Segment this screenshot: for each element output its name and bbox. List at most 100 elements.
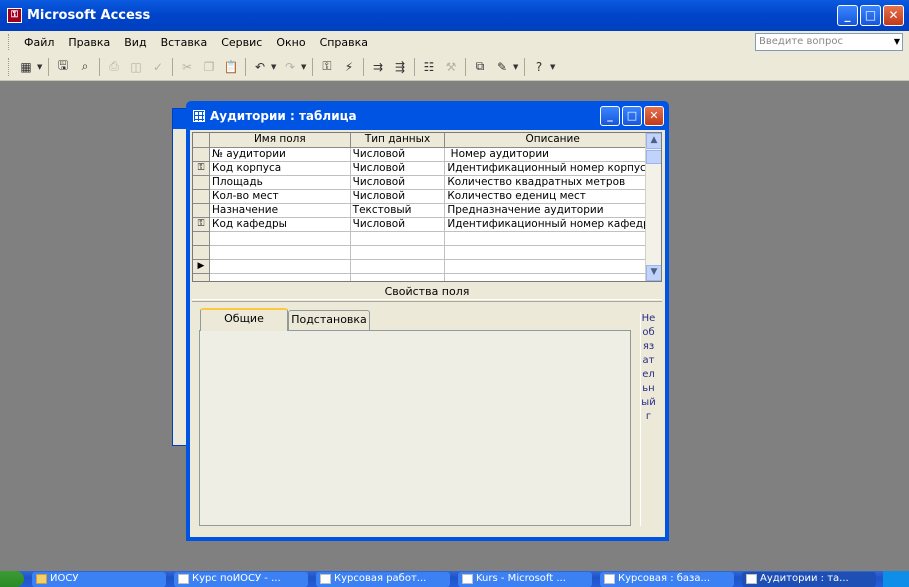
primary-key-icon[interactable]: ⚿ <box>316 56 338 78</box>
description-cell[interactable]: Идентификационный номер кафедры <box>444 217 661 232</box>
tab-lookup[interactable]: Подстановка <box>288 310 370 330</box>
description-cell[interactable]: Номер аудитории <box>444 147 661 162</box>
menu-insert[interactable]: Вставка <box>154 36 215 49</box>
field-name-cell[interactable]: Кол-во мест <box>209 189 351 204</box>
print-preview-icon[interactable]: ◫ <box>125 56 147 78</box>
table-window-title-bar[interactable]: Аудитории : таблица <box>190 101 665 130</box>
taskbar-button-kursovaya-rabota[interactable]: Курсовая работ... <box>316 571 450 587</box>
properties-icon[interactable]: ☷ <box>418 56 440 78</box>
ask-question-input[interactable]: Введите вопрос ▼ <box>755 33 903 51</box>
menu-window[interactable]: Окно <box>269 36 312 49</box>
field-properties-label: Свойства поля <box>192 284 662 300</box>
row-selector[interactable] <box>193 189 210 204</box>
field-name-cell[interactable]: Площадь <box>209 175 351 190</box>
description-cell[interactable]: Идентификационный номер корпуса <box>444 161 661 176</box>
redo-dropdown-icon[interactable]: ▼ <box>301 63 309 71</box>
redo-icon[interactable]: ↷ <box>279 56 301 78</box>
separator <box>414 57 415 76</box>
taskbar-button-kursovaya-baza[interactable]: Курсовая : база... <box>600 571 734 587</box>
column-header-field-name[interactable]: Имя поля <box>209 133 351 148</box>
new-object-icon[interactable]: ✎ <box>491 56 513 78</box>
row-selector[interactable] <box>193 203 210 218</box>
menu-tools[interactable]: Сервис <box>214 36 269 49</box>
paste-icon[interactable]: 📋 <box>220 56 242 78</box>
scroll-up-icon[interactable]: ▲ <box>646 133 661 149</box>
description-cell[interactable]: Предназначение аудитории <box>444 203 661 218</box>
tab-general[interactable]: Общие <box>200 308 288 331</box>
row-selector[interactable]: ⚿ <box>193 161 210 176</box>
table-row[interactable]: ⚿ Код кафедры Числовой Идентификационный… <box>193 217 661 232</box>
cut-icon[interactable]: ✂ <box>176 56 198 78</box>
toolbar-grip[interactable] <box>8 57 11 76</box>
spelling-icon[interactable]: ✓ <box>147 56 169 78</box>
view-icon[interactable]: ▦ <box>15 56 37 78</box>
table-row[interactable]: Кол-во мест Числовой Количество едениц м… <box>193 189 661 204</box>
delete-rows-icon[interactable]: ⇶ <box>389 56 411 78</box>
row-selector[interactable] <box>193 175 210 190</box>
data-type-cell[interactable]: Числовой <box>350 217 446 232</box>
close-button[interactable]: ✕ <box>883 5 904 26</box>
undo-icon[interactable]: ↶ <box>249 56 271 78</box>
description-cell[interactable]: Количество квадратных метров <box>444 175 661 190</box>
table-row[interactable]: ⚿ Код корпуса Числовой Идентификационный… <box>193 161 661 176</box>
menu-view[interactable]: Вид <box>117 36 153 49</box>
print-icon[interactable]: ⎙ <box>103 56 125 78</box>
field-name-cell[interactable]: № аудитории <box>209 147 351 162</box>
taskbar-button-kurs-microsoft[interactable]: Kurs - Microsoft ... <box>458 571 592 587</box>
column-header-description[interactable]: Описание <box>444 133 661 148</box>
scroll-down-icon[interactable]: ▼ <box>646 265 661 281</box>
view-dropdown-icon[interactable]: ▼ <box>37 63 45 71</box>
table-close-button[interactable]: ✕ <box>644 106 664 126</box>
new-object-dropdown-icon[interactable]: ▼ <box>513 63 521 71</box>
primary-key-icon: ⚿ <box>197 162 205 173</box>
save-icon[interactable]: 🖫 <box>52 56 74 78</box>
insert-rows-icon[interactable]: ⇉ <box>367 56 389 78</box>
data-type-cell[interactable]: Числовой <box>350 189 446 204</box>
help-icon[interactable]: ? <box>528 56 550 78</box>
search-icon[interactable]: ⌕ <box>74 56 96 78</box>
build-icon[interactable]: ⚒ <box>440 56 462 78</box>
empty-row[interactable] <box>193 273 661 281</box>
new-record-row[interactable]: ▶ <box>193 259 661 274</box>
database-window-icon[interactable]: ⧉ <box>469 56 491 78</box>
table-row[interactable]: Назначение Текстовый Предназначение ауди… <box>193 203 661 218</box>
maximize-button[interactable]: □ <box>860 5 881 26</box>
vertical-scrollbar[interactable]: ▲ ▼ <box>645 133 661 281</box>
system-tray[interactable] <box>883 571 909 587</box>
scroll-thumb[interactable] <box>646 150 661 164</box>
corner-cell[interactable] <box>193 133 210 148</box>
table-minimize-button[interactable]: _ <box>600 106 620 126</box>
empty-row[interactable] <box>193 245 661 260</box>
start-button[interactable] <box>0 571 24 587</box>
data-type-cell[interactable]: Числовой <box>350 161 446 176</box>
description-cell[interactable]: Количество едениц мест <box>444 189 661 204</box>
taskbar-button-iosu[interactable]: ИОСУ <box>32 571 166 587</box>
column-header-data-type[interactable]: Тип данных <box>350 133 446 148</box>
table-row[interactable]: № аудитории Числовой Номер аудитории <box>193 147 661 162</box>
field-name-cell[interactable]: Назначение <box>209 203 351 218</box>
empty-row[interactable] <box>193 231 661 246</box>
menu-edit[interactable]: Правка <box>61 36 117 49</box>
table-maximize-button[interactable]: □ <box>622 106 642 126</box>
indexes-icon[interactable]: ⚡ <box>338 56 360 78</box>
minimize-button[interactable]: _ <box>837 5 858 26</box>
row-selector[interactable]: ⚿ <box>193 217 210 232</box>
data-type-cell[interactable]: Числовой <box>350 147 446 162</box>
help-dropdown-icon[interactable]: ▼ <box>550 63 558 71</box>
data-type-cell[interactable]: Текстовый <box>350 203 446 218</box>
undo-dropdown-icon[interactable]: ▼ <box>271 63 279 71</box>
word-doc-icon <box>320 573 331 584</box>
menu-help[interactable]: Справка <box>313 36 375 49</box>
row-selector[interactable] <box>193 147 210 162</box>
taskbar-button-auditorii[interactable]: Аудитории : та... <box>742 571 876 587</box>
table-row[interactable]: Площадь Числовой Количество квадратных м… <box>193 175 661 190</box>
access-main-window: ⚿ Microsoft Access _ □ ✕ Файл Правка Вид… <box>0 0 909 571</box>
menu-file[interactable]: Файл <box>17 36 61 49</box>
chevron-down-icon[interactable]: ▼ <box>894 34 900 50</box>
menu-grip[interactable] <box>8 34 11 50</box>
data-type-cell[interactable]: Числовой <box>350 175 446 190</box>
field-name-cell[interactable]: Код кафедры <box>209 217 351 232</box>
taskbar-button-kurs-iosu[interactable]: Курс поИОСУ - ... <box>174 571 308 587</box>
field-name-cell[interactable]: Код корпуса <box>209 161 351 176</box>
copy-icon[interactable]: ❐ <box>198 56 220 78</box>
